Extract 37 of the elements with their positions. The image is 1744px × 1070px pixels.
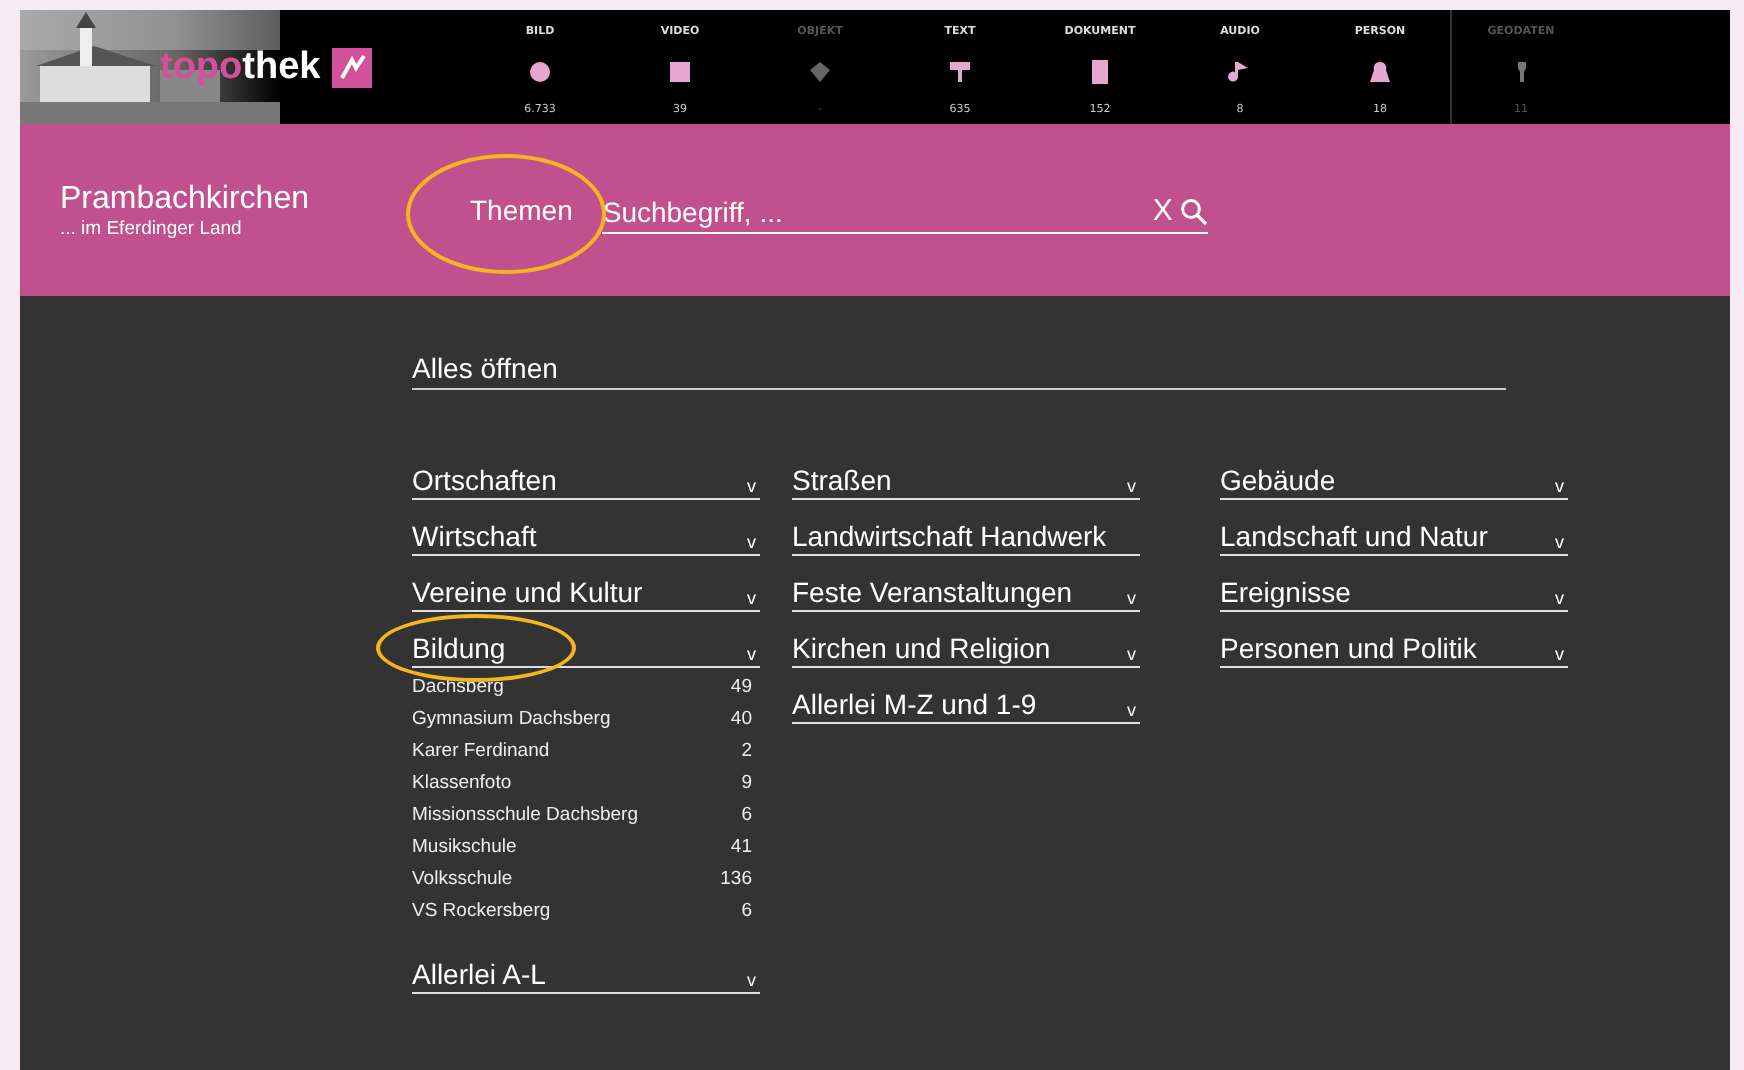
site-title: Prambachkirchen: [60, 181, 311, 217]
logo-icon: [332, 47, 373, 87]
document-icon[interactable]: [1088, 59, 1112, 83]
open-all-link[interactable]: Alles öffnen: [412, 352, 1506, 390]
category-link[interactable]: Gebäude v: [1220, 464, 1568, 500]
site-subtitle: ... im Eferdinger Land: [60, 217, 244, 239]
category-link[interactable]: Ereignisse v: [1220, 576, 1568, 612]
category-link[interactable]: Feste Veranstaltungen v: [792, 576, 1140, 612]
square-icon[interactable]: [668, 59, 692, 83]
subcategory-item[interactable]: Klassenfoto 9: [412, 766, 760, 798]
category-link[interactable]: Bildung v: [412, 632, 760, 668]
category-link[interactable]: Straßen v: [792, 464, 1140, 500]
category-link[interactable]: Landschaft und Natur v: [1220, 520, 1568, 556]
bell-icon[interactable]: [1368, 59, 1392, 83]
subcategory-item[interactable]: VS Rockersberg 6: [412, 894, 760, 926]
search-icon[interactable]: [1180, 197, 1209, 225]
category-link[interactable]: Ortschaften v: [412, 464, 760, 500]
category-link[interactable]: Landwirtschaft Handwerk: [792, 520, 1140, 556]
category-link[interactable]: Personen und Politik v: [1220, 632, 1568, 668]
category-link[interactable]: Allerlei A-L v: [412, 958, 760, 994]
logo-wordmark: topothek: [160, 45, 321, 89]
subcategory-item[interactable]: Musikschule 41: [412, 830, 760, 862]
note-icon[interactable]: [1228, 59, 1252, 83]
themes-button[interactable]: Themen: [470, 186, 573, 234]
tee-icon[interactable]: [948, 59, 972, 83]
category-link[interactable]: Kirchen und Religion v: [792, 632, 1140, 668]
category-link[interactable]: Vereine und Kultur v: [412, 576, 760, 612]
clear-button[interactable]: X: [1144, 194, 1181, 228]
search-field[interactable]: Suchbegriff, ... X: [602, 194, 1209, 234]
subcategory-item[interactable]: Gymnasium Dachsberg 40: [412, 702, 760, 734]
subcategory-item[interactable]: Dachsberg 49: [412, 670, 760, 702]
circle-icon[interactable]: [528, 59, 552, 83]
subcategory-item[interactable]: Volksschule 136: [412, 862, 760, 894]
subcategory-item[interactable]: Missionsschule Dachsberg 6: [412, 798, 760, 830]
category-link[interactable]: Allerlei M-Z und 1-9 v: [792, 688, 1140, 724]
subcategory-item[interactable]: Karer Ferdinand 2: [412, 734, 760, 766]
category-link[interactable]: Wirtschaft v: [412, 520, 760, 556]
